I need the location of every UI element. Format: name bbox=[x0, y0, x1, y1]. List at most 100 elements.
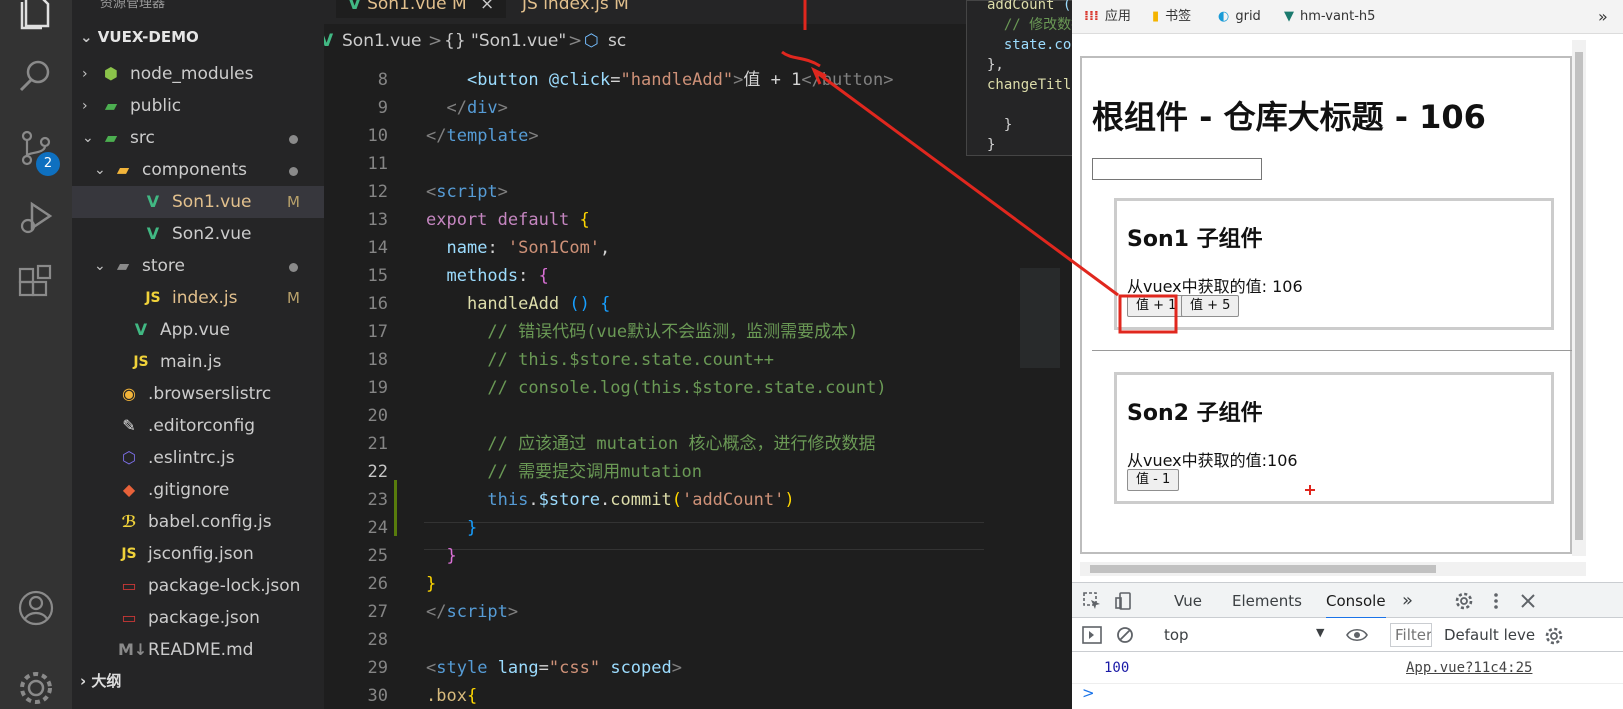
tab-son1-vue[interactable]: V Son1.vue M × bbox=[336, 0, 507, 18]
page-horizontal-scrollbar[interactable] bbox=[1080, 562, 1586, 576]
extensions-icon[interactable] bbox=[16, 264, 56, 304]
line-number: 23 bbox=[367, 490, 388, 510]
git-status-badge: M bbox=[287, 193, 300, 211]
console-source-link[interactable]: App.vue?11c4:25 bbox=[1406, 660, 1532, 676]
tree-item[interactable]: › ▰ public bbox=[72, 90, 324, 122]
tree-item[interactable]: ▭ package.json bbox=[72, 602, 324, 634]
close-icon[interactable]: × bbox=[480, 0, 494, 14]
bookmark-apps[interactable]: ⁞⁞⁞ 应用 bbox=[1084, 8, 1131, 26]
browserslist-file-icon: ◉ bbox=[122, 384, 136, 403]
tree-item[interactable]: JS jsconfig.json bbox=[72, 538, 324, 570]
tree-item[interactable]: ▭ package-lock.json bbox=[72, 570, 324, 602]
folder-icon: ▮ bbox=[1152, 9, 1160, 24]
line-number: 18 bbox=[367, 350, 388, 370]
breadcrumb-file[interactable]: Son1.vue bbox=[342, 24, 421, 58]
tab-console[interactable]: Console bbox=[1326, 583, 1386, 619]
search-icon[interactable] bbox=[16, 56, 56, 96]
tree-item[interactable]: ⌄ ▰ store bbox=[72, 250, 324, 282]
tree-item-label: .browserslistrc bbox=[148, 384, 272, 404]
tree-item[interactable]: M↓ README.md bbox=[72, 634, 324, 666]
tab-index-js[interactable]: JS index.js M bbox=[510, 0, 641, 18]
tree-item[interactable]: ⌄ ▰ components bbox=[72, 154, 324, 186]
v-file-icon: V bbox=[134, 320, 148, 339]
git-status-badge: M bbox=[287, 289, 300, 307]
tree-item[interactable]: ⌄ ▰ src bbox=[72, 122, 324, 154]
chevron-down-icon: ⌄ bbox=[94, 258, 106, 274]
line-number: 27 bbox=[367, 602, 388, 622]
outline-section[interactable]: › 大纲 bbox=[80, 670, 121, 691]
caret-down-icon[interactable]: ▼ bbox=[1316, 626, 1324, 639]
explorer-panel: 资源管理器 ⌄ VUEX-DEMO › ⬢ node_modules › ▰ public… bbox=[72, 0, 324, 709]
outline-label: 大纲 bbox=[91, 672, 122, 690]
context-selector[interactable]: top bbox=[1164, 626, 1189, 644]
bookmark-label: 应用 bbox=[1104, 9, 1131, 24]
node-file-icon: ⬢ bbox=[104, 64, 118, 83]
bookmark-bookmarks[interactable]: ▮ 书签 bbox=[1152, 8, 1191, 26]
more-tabs-button[interactable]: » bbox=[1402, 583, 1413, 619]
tree-item[interactable]: JS main.js bbox=[72, 346, 324, 378]
bookmark-grid[interactable]: ◐ grid bbox=[1218, 8, 1261, 26]
console-toolbar: top ▼ Default leve bbox=[1072, 618, 1623, 652]
tree-item-label: .editorconfig bbox=[148, 416, 256, 436]
tree-item[interactable]: V Son2.vue bbox=[72, 218, 324, 250]
tree-item[interactable]: ✎ .editorconfig bbox=[72, 410, 324, 442]
title-input[interactable] bbox=[1092, 158, 1262, 180]
tree-item[interactable]: ⬡ .eslintrc.js bbox=[72, 442, 324, 474]
tree-item[interactable]: ◆ .gitignore bbox=[72, 474, 324, 506]
tree-item[interactable]: › ⬢ node_modules bbox=[72, 58, 324, 90]
explorer-header: 资源管理器 bbox=[100, 0, 166, 11]
tree-item[interactable]: ℬbabel.config.js bbox=[72, 506, 324, 538]
son1-add-5-button[interactable]: 值 + 5 bbox=[1181, 295, 1240, 317]
tab-vue[interactable]: Vue bbox=[1174, 583, 1202, 619]
tab-label: Son1.vue M bbox=[367, 0, 467, 14]
editor-tab-bar: V Son1.vue M × JS index.js M bbox=[324, 0, 1072, 24]
run-debug-icon[interactable] bbox=[16, 196, 56, 236]
tree-item-label: .gitignore bbox=[148, 480, 230, 500]
filter-input[interactable] bbox=[1390, 623, 1432, 647]
code-area[interactable]: 8 9 10 11 12 13 14 15 16 17 18 19 20 21 22 23 24 25 26 27 28… bbox=[324, 58, 1072, 709]
babel-file-icon: ℬ bbox=[121, 512, 137, 531]
tree-item[interactable]: V Son1.vue M bbox=[72, 186, 324, 218]
npm-file-icon: ▭ bbox=[121, 576, 137, 595]
line-number: 25 bbox=[367, 546, 388, 566]
chevron-down-icon: ⌄ bbox=[94, 162, 106, 178]
log-levels-dropdown[interactable]: Default leve bbox=[1444, 626, 1535, 644]
account-icon[interactable] bbox=[16, 588, 56, 628]
tab-elements[interactable]: Elements bbox=[1232, 583, 1302, 619]
code-text[interactable]: <button @click="handleAdd">值 + 1</button… bbox=[426, 66, 893, 709]
breadcrumb-node-script[interactable]: sc bbox=[608, 24, 626, 58]
page-divider bbox=[1092, 350, 1572, 351]
line-number: 11 bbox=[367, 154, 388, 174]
git-file-icon: ◆ bbox=[122, 480, 136, 499]
tree-item-label: jsconfig.json bbox=[148, 544, 254, 564]
files-icon[interactable] bbox=[16, 0, 56, 30]
son1-add-1-button[interactable]: 值 + 1 bbox=[1127, 295, 1186, 317]
line-number: 22 bbox=[367, 462, 388, 482]
son2-sub-1-button[interactable]: 值 - 1 bbox=[1127, 469, 1180, 491]
tree-item-label: babel.config.js bbox=[148, 512, 272, 532]
tree-item[interactable]: V App.vue bbox=[72, 314, 324, 346]
line-number: 15 bbox=[367, 266, 388, 286]
grid-site-icon: ◐ bbox=[1218, 9, 1230, 24]
breadcrumb-node-template[interactable]: {} "Son1.vue" bbox=[444, 24, 566, 58]
line-number: 26 bbox=[367, 574, 388, 594]
page-title: 根组件 - 仓库大标题 - 106 bbox=[1092, 98, 1486, 136]
bookmarks-more-button[interactable]: » bbox=[1598, 8, 1608, 26]
line-number: 13 bbox=[367, 210, 388, 230]
breadcrumb: V Son1.vue > {} "Son1.vue" > ⬡ sc dleAdd bbox=[324, 24, 1072, 58]
js-file-icon: JS bbox=[145, 290, 161, 306]
vue-logo-icon: ▼ bbox=[1284, 9, 1294, 24]
workspace-root[interactable]: ⌄ VUEX-DEMO bbox=[80, 28, 199, 46]
bookmark-label: 书签 bbox=[1165, 9, 1192, 24]
page-vertical-scrollbar[interactable] bbox=[1572, 40, 1586, 556]
npm-file-icon: ▭ bbox=[121, 608, 137, 627]
m-file-icon: M↓ bbox=[118, 640, 148, 659]
bookmark-label: hm-vant-h5 bbox=[1300, 9, 1376, 24]
settings-gear-icon[interactable] bbox=[16, 668, 56, 708]
tree-item[interactable]: ◉ .browserslistrc bbox=[72, 378, 324, 410]
tree-item[interactable]: JS index.js M bbox=[72, 282, 324, 314]
browser-window: ⁞⁞⁞ 应用 ▮ 书签 ◐ grid ▼ hm-vant-h5 » 根组件 - 仓库大标… bbox=[1072, 0, 1623, 709]
bookmark-hm-vant-h5[interactable]: ▼ hm-vant-h5 bbox=[1284, 8, 1375, 26]
console-prompt[interactable]: > bbox=[1082, 684, 1095, 702]
folder-components-file-icon: ▰ bbox=[116, 160, 130, 179]
